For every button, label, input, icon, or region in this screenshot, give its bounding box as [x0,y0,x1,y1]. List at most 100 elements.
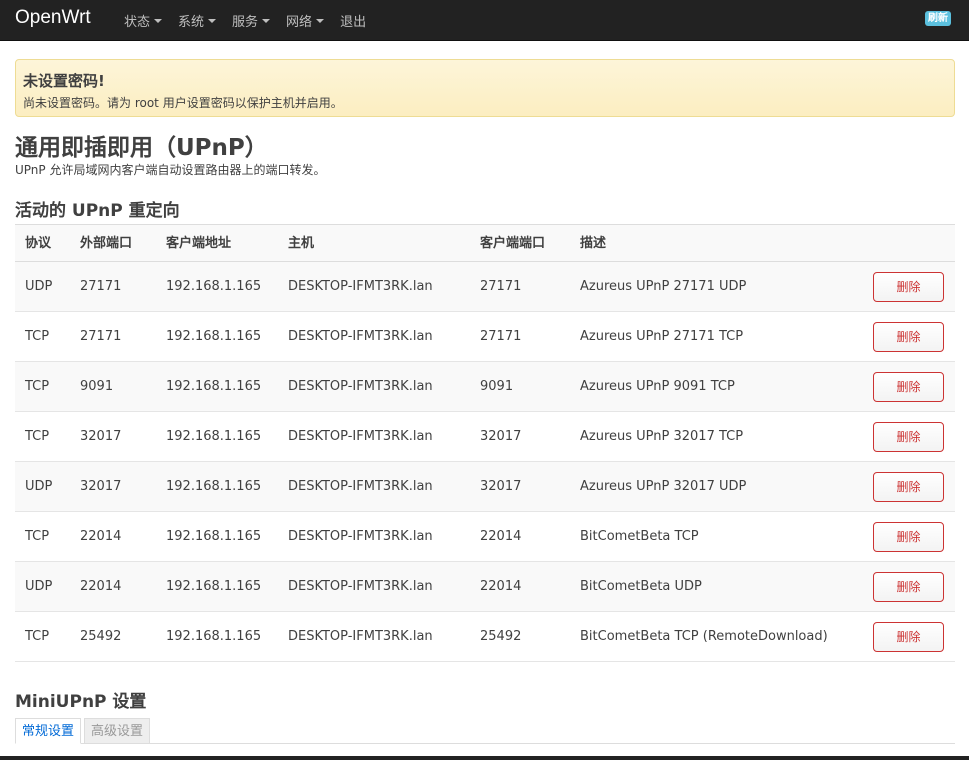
menu-system[interactable]: 系统 [170,0,224,41]
cell-client-address: 192.168.1.165 [166,329,262,344]
cell-client-port: 27171 [480,329,522,344]
cell-protocol: TCP [25,429,50,444]
menu-network-label: 网络 [286,15,313,30]
cell-description: Azureus UPnP 9091 TCP [580,379,735,394]
alert-text: 尚未设置密码。请为 root 用户设置密码以保护主机并启用。 [23,96,343,110]
chevron-down-icon [262,19,271,23]
cell-protocol: TCP [25,629,50,644]
cell-client-address: 192.168.1.165 [166,479,262,494]
delete-button[interactable]: 删除 [873,472,944,502]
cell-description: Azureus UPnP 27171 TCP [580,329,744,344]
table-row: UDP 27171 192.168.1.165 DESKTOP-IFMT3RK.lan… [15,262,955,312]
table-row: UDP 22014 192.168.1.165 DESKTOP-IFMT3RK.lan… [15,562,955,612]
menu-logout[interactable]: 退出 [332,0,374,41]
cell-protocol: TCP [25,529,50,544]
table-row: TCP 22014 192.168.1.165 DESKTOP-IFMT3RK.lan… [15,512,955,562]
delete-button[interactable]: 删除 [873,622,944,652]
cell-protocol: UDP [25,579,53,594]
cell-host: DESKTOP-IFMT3RK.lan [288,329,433,344]
cell-host: DESKTOP-IFMT3RK.lan [288,379,433,394]
cell-external-port: 22014 [80,529,122,544]
section-title: 活动的 UPnP 重定向 [15,201,180,221]
cell-external-port: 25492 [80,629,122,644]
menu-services-label: 服务 [232,15,259,30]
brand-logo[interactable]: OpenWrt [15,7,91,29]
chevron-down-icon [154,19,163,23]
cell-description: BitCometBeta TCP (RemoteDownload) [580,629,828,644]
main-menu: 状态 系统 服务 网络 退出 [116,0,374,41]
table-row: TCP 27171 192.168.1.165 DESKTOP-IFMT3RK.lan… [15,312,955,362]
menu-network[interactable]: 网络 [278,0,332,41]
menu-status[interactable]: 状态 [116,0,170,41]
cell-client-address: 192.168.1.165 [166,379,262,394]
chevron-down-icon [208,19,217,23]
cell-client-port: 22014 [480,529,522,544]
delete-button[interactable]: 删除 [873,322,944,352]
table-header: 协议 外部端口 客户端地址 主机 客户端端口 描述 [15,224,955,262]
redirects-table: 协议 外部端口 客户端地址 主机 客户端端口 描述 UDP 27171 192.16… [15,224,955,662]
header-client-address: 客户端地址 [166,236,232,251]
page-description: UPnP 允许局域网内客户端自动设置路由器上的端口转发。 [15,163,326,177]
table-row: TCP 32017 192.168.1.165 DESKTOP-IFMT3RK.lan… [15,412,955,462]
menu-system-label: 系统 [178,15,205,30]
delete-button[interactable]: 删除 [873,522,944,552]
cell-protocol: UDP [25,279,53,294]
cell-protocol: TCP [25,379,50,394]
table-row: TCP 25492 192.168.1.165 DESKTOP-IFMT3RK.lan… [15,612,955,662]
cell-description: BitCometBeta UDP [580,579,702,594]
cell-host: DESKTOP-IFMT3RK.lan [288,579,433,594]
bottom-scrollbar [0,756,969,760]
delete-button[interactable]: 删除 [873,422,944,452]
cell-client-address: 192.168.1.165 [166,629,262,644]
cell-host: DESKTOP-IFMT3RK.lan [288,629,433,644]
cell-external-port: 22014 [80,579,122,594]
cell-description: Azureus UPnP 27171 UDP [580,279,747,294]
menu-logout-label: 退出 [340,15,367,30]
cell-host: DESKTOP-IFMT3RK.lan [288,279,433,294]
cell-client-port: 25492 [480,629,522,644]
delete-button[interactable]: 删除 [873,572,944,602]
cell-client-address: 192.168.1.165 [166,579,262,594]
cell-external-port: 32017 [80,479,122,494]
cell-client-port: 32017 [480,429,522,444]
cell-protocol: TCP [25,329,50,344]
cell-client-address: 192.168.1.165 [166,429,262,444]
miniupnp-settings-title: MiniUPnP 设置 [15,692,147,712]
menu-status-label: 状态 [124,15,151,30]
delete-button[interactable]: 删除 [873,372,944,402]
header-protocol: 协议 [25,236,52,251]
tab-general-settings[interactable]: 常规设置 [15,718,82,744]
menu-services[interactable]: 服务 [224,0,278,41]
alert-title: 未设置密码! [23,72,105,90]
cell-client-port: 9091 [480,379,514,394]
cell-client-port: 32017 [480,479,522,494]
header-description: 描述 [580,236,607,251]
cell-description: Azureus UPnP 32017 TCP [580,429,744,444]
cell-host: DESKTOP-IFMT3RK.lan [288,479,433,494]
cell-external-port: 27171 [80,279,122,294]
header-external-port: 外部端口 [80,236,133,251]
cell-external-port: 9091 [80,379,114,394]
cell-host: DESKTOP-IFMT3RK.lan [288,429,433,444]
cell-external-port: 32017 [80,429,122,444]
cell-client-port: 22014 [480,579,522,594]
table-row: UDP 32017 192.168.1.165 DESKTOP-IFMT3RK.lan… [15,462,955,512]
header-host: 主机 [288,236,315,251]
delete-button[interactable]: 删除 [873,272,944,302]
cell-external-port: 27171 [80,329,122,344]
header-client-port: 客户端端口 [480,236,546,251]
table-row: TCP 9091 192.168.1.165 DESKTOP-IFMT3RK.lan 9… [15,362,955,412]
table-body: UDP 27171 192.168.1.165 DESKTOP-IFMT3RK.lan… [15,262,955,662]
refresh-button[interactable]: 刷新 [925,11,951,26]
cell-client-address: 192.168.1.165 [166,279,262,294]
cell-client-port: 27171 [480,279,522,294]
cell-description: Azureus UPnP 32017 UDP [580,479,747,494]
settings-tabs: 常规设置 高级设置 [15,718,955,744]
cell-client-address: 192.168.1.165 [166,529,262,544]
cell-protocol: UDP [25,479,53,494]
tab-advanced-settings[interactable]: 高级设置 [84,718,151,744]
chevron-down-icon [316,19,325,23]
cell-description: BitCometBeta TCP [580,529,699,544]
cell-host: DESKTOP-IFMT3RK.lan [288,529,433,544]
top-navbar: OpenWrt 状态 系统 服务 网络 退出 刷新 [0,0,969,41]
